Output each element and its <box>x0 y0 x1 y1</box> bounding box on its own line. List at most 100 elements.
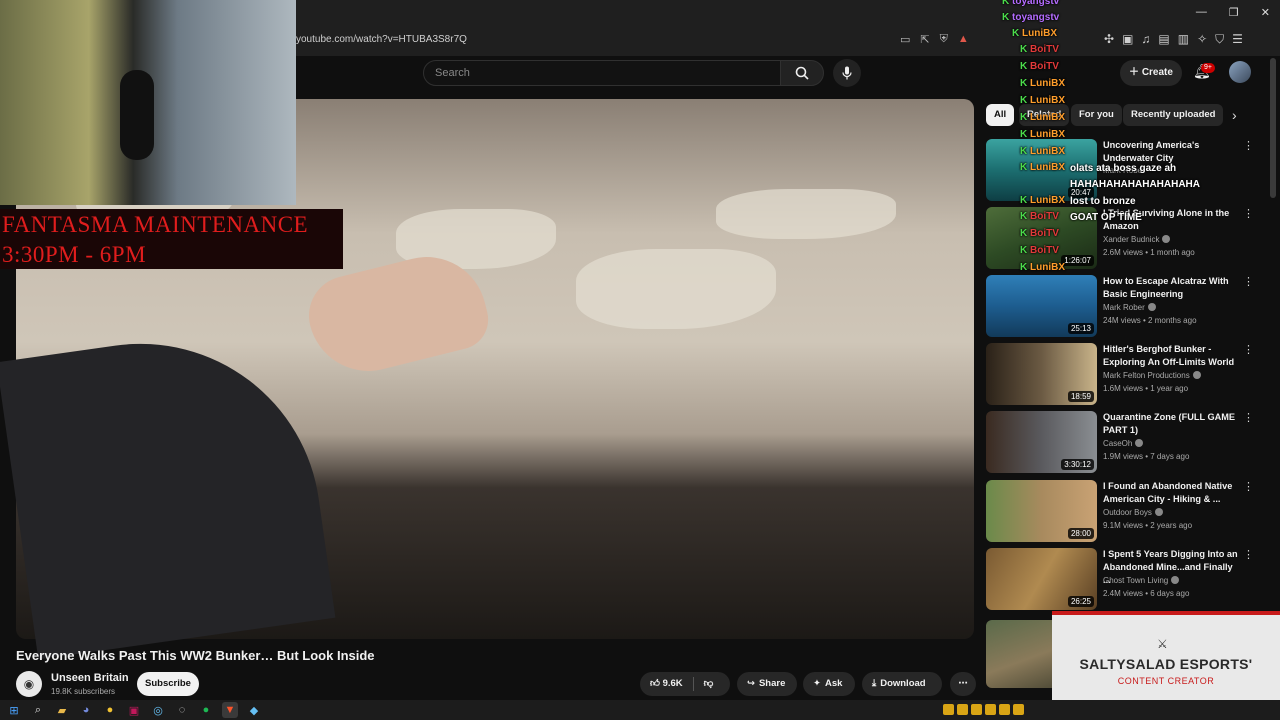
app-icon[interactable]: ▣ <box>126 702 142 718</box>
chat-badge-icon: K <box>1002 0 1012 7</box>
tray-icon[interactable] <box>999 704 1010 715</box>
recommendation-item[interactable]: 18:59 Hitler's Berghof Bunker - Explorin… <box>986 343 1260 407</box>
maximize-icon[interactable]: ❐ <box>1229 6 1239 19</box>
brave-icon[interactable]: ▼ <box>222 702 238 718</box>
more-vert-icon[interactable]: ⋮ <box>1243 548 1254 561</box>
recommendation-item[interactable]: 26:25 I Spent 5 Years Digging Into an Ab… <box>986 548 1260 612</box>
channel-label: Mark Rober <box>1103 303 1145 312</box>
discord-icon[interactable]: ◕ <box>78 702 94 718</box>
wallet-icon[interactable]: ▣ <box>1122 32 1133 47</box>
share-icon: ↪ <box>747 678 755 689</box>
obs-icon[interactable]: ◌ <box>174 702 190 718</box>
tray-icon[interactable] <box>943 704 954 715</box>
vpn-icon[interactable]: ⛉ <box>1215 32 1224 47</box>
spotify-icon[interactable]: ● <box>198 702 214 718</box>
recommendation-title[interactable]: Uncovering America's Underwater City <box>1103 139 1238 165</box>
like-button[interactable]: 👍︎ 9.6K <box>650 672 683 696</box>
search-icon[interactable]: ⌕ <box>30 702 46 718</box>
download-button[interactable]: ⤓ Download <box>862 672 942 696</box>
recommendation-title[interactable]: How to Escape Alcatraz With Basic Engine… <box>1103 275 1238 301</box>
cast-icon[interactable]: ▭ <box>900 33 910 46</box>
minimize-icon[interactable]: — <box>1196 6 1207 19</box>
tray-icon[interactable] <box>1013 704 1024 715</box>
subscribe-button[interactable]: Subscribe <box>137 672 199 696</box>
sparkle-icon: ✦ <box>813 678 821 689</box>
download-label: Download <box>880 678 926 689</box>
verified-icon <box>1162 235 1171 243</box>
brave-shield-icon[interactable]: ⛨ <box>940 33 948 46</box>
music-icon[interactable]: ♫ <box>1141 32 1150 47</box>
create-button[interactable]: ＋ Create <box>1120 60 1182 86</box>
verified-icon <box>1171 576 1180 584</box>
chip-recently-uploaded[interactable]: Recently uploaded <box>1123 104 1224 126</box>
recommendation-item[interactable]: 28:00 I Found an Abandoned Native Americ… <box>986 480 1260 544</box>
brave-rewards-icon[interactable]: ▲ <box>958 33 969 46</box>
video-thumbnail[interactable]: 28:00 <box>986 480 1097 542</box>
like-dislike-group: 👍︎ 9.6K 👎︎ <box>640 672 730 696</box>
chat-badge-icon: K <box>1020 112 1030 123</box>
more-vert-icon[interactable]: ⋮ <box>1243 139 1254 152</box>
windows-start-icon[interactable]: ⊞ <box>6 702 22 718</box>
recommendation-title[interactable]: Hitler's Berghof Bunker - Exploring An O… <box>1103 343 1238 369</box>
search-button[interactable] <box>780 60 824 86</box>
recommendation-channel[interactable]: Ghost Town Living <box>1103 576 1180 585</box>
extensions-icon[interactable]: ✣ <box>1104 32 1114 47</box>
recommendation-channel[interactable]: Mark Rober <box>1103 303 1156 312</box>
video-thumbnail[interactable]: 3:30:12 <box>986 411 1097 473</box>
more-vert-icon[interactable]: ⋮ <box>1243 275 1254 288</box>
recommendation-channel[interactable]: Outdoor Boys <box>1103 508 1163 517</box>
chat-badge-icon: K <box>1020 61 1030 72</box>
tray-icon[interactable] <box>971 704 982 715</box>
recommendation-channel[interactable]: Xander Budnick <box>1103 235 1171 244</box>
steam-icon[interactable]: ◎ <box>150 702 166 718</box>
voice-search-button[interactable] <box>833 59 861 87</box>
channel-name[interactable]: Unseen Britain <box>51 672 129 684</box>
chevron-right-icon[interactable]: › <box>1232 107 1237 123</box>
channel-avatar[interactable]: ◉ <box>16 671 42 697</box>
close-icon[interactable]: ✕ <box>1261 6 1270 19</box>
recommendation-channel[interactable]: CaseOh <box>1103 439 1144 448</box>
address-bar[interactable]: youtube.com/watch?v=HTUBA3S8r7Q <box>280 29 1000 51</box>
share-page-icon[interactable]: ⇱ <box>920 33 929 46</box>
chat-badge-icon: K <box>1020 211 1030 222</box>
search-input[interactable]: Search <box>423 60 781 86</box>
video-thumbnail[interactable]: 18:59 <box>986 343 1097 405</box>
recommendation-title[interactable]: Quarantine Zone (FULL GAME PART 1) <box>1103 411 1238 437</box>
tray-icon[interactable] <box>957 704 968 715</box>
more-vert-icon[interactable]: ⋮ <box>1243 411 1254 424</box>
dislike-button[interactable]: 👎︎ <box>704 672 714 696</box>
recommendation-item[interactable]: 3:30:12 Quarantine Zone (FULL GAME PART … <box>986 411 1260 475</box>
chat-message: K LuniBX <box>1020 262 1065 273</box>
leo-icon[interactable]: ✧ <box>1197 32 1207 47</box>
tray-icon[interactable] <box>985 704 996 715</box>
wallet-icon[interactable]: ▥ <box>1178 32 1189 47</box>
app-icon[interactable]: ● <box>102 702 118 718</box>
account-avatar[interactable] <box>1229 61 1251 83</box>
sidebar-icon[interactable]: ▤ <box>1158 32 1169 47</box>
steam-icon[interactable]: ◆ <box>246 702 262 718</box>
thumbs-down-icon: 👎︎ <box>703 678 714 689</box>
ask-button[interactable]: ✦ Ask <box>803 672 855 696</box>
recommendation-title[interactable]: I Found an Abandoned Native American Cit… <box>1103 480 1238 506</box>
chip-all[interactable]: All <box>986 104 1015 126</box>
duration-badge: 26:25 <box>1067 596 1094 607</box>
chat-username: toyangstv <box>1012 0 1060 7</box>
more-vert-icon[interactable]: ⋮ <box>1243 343 1254 356</box>
sidebar-scrollbar[interactable] <box>1270 58 1276 198</box>
share-button[interactable]: ↪ Share <box>737 672 797 696</box>
recommendation-meta: 9.1M views • 2 years ago <box>1103 521 1193 530</box>
more-actions-button[interactable]: ⋯ <box>950 672 976 696</box>
channel-label: Mark Felton Productions <box>1103 371 1190 380</box>
webcam-microphone <box>120 70 154 160</box>
chat-message: K LuniBX <box>1020 146 1065 157</box>
video-thumbnail[interactable]: 25:13 <box>986 275 1097 337</box>
more-vert-icon[interactable]: ⋮ <box>1243 207 1254 220</box>
file-explorer-icon[interactable]: ▰ <box>54 702 70 718</box>
more-vert-icon[interactable]: ⋮ <box>1243 480 1254 493</box>
recommendation-channel[interactable]: Mark Felton Productions <box>1103 371 1201 380</box>
menu-icon[interactable]: ☰ <box>1232 32 1243 47</box>
video-thumbnail[interactable]: 26:25 <box>986 548 1097 610</box>
recommendation-item[interactable]: 25:13 How to Escape Alcatraz With Basic … <box>986 275 1260 339</box>
chip-for-you[interactable]: For you <box>1071 104 1122 126</box>
stream-title-text: FANTASMA MAINTENANCE 3:30PM - 6PM <box>2 210 308 270</box>
